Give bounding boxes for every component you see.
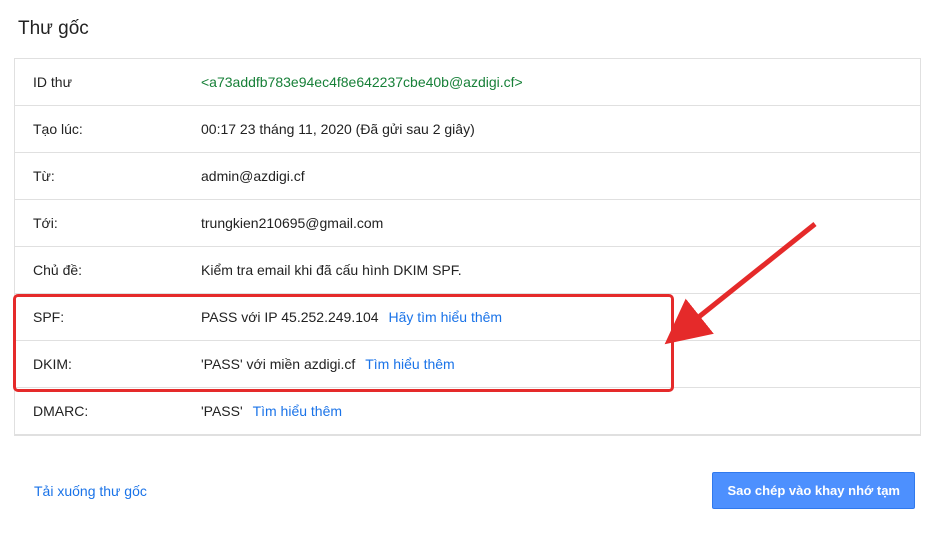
label-created-at: Tạo lúc: bbox=[33, 121, 201, 137]
value-message-id: <a73addfb783e94ec4f8e642237cbe40b@azdigi… bbox=[201, 74, 902, 90]
value-dmarc: 'PASS' Tìm hiểu thêm bbox=[201, 403, 902, 419]
label-message-id: ID thư bbox=[33, 74, 201, 90]
spf-learn-more-link[interactable]: Hãy tìm hiểu thêm bbox=[388, 309, 502, 325]
row-dmarc: DMARC: 'PASS' Tìm hiểu thêm bbox=[15, 388, 920, 435]
copy-to-clipboard-button[interactable]: Sao chép vào khay nhớ tạm bbox=[712, 472, 915, 509]
page-title: Thư gốc bbox=[18, 18, 921, 40]
value-dkim: 'PASS' với miền azdigi.cf Tìm hiểu thêm bbox=[201, 356, 902, 372]
label-dmarc: DMARC: bbox=[33, 403, 201, 419]
label-subject: Chủ đề: bbox=[33, 262, 201, 278]
row-spf: SPF: PASS với IP 45.252.249.104 Hãy tìm … bbox=[15, 294, 920, 341]
dkim-text: 'PASS' với miền azdigi.cf bbox=[201, 356, 355, 372]
label-to: Tới: bbox=[33, 215, 201, 231]
row-subject: Chủ đề: Kiểm tra email khi đã cấu hình D… bbox=[15, 247, 920, 294]
dmarc-text: 'PASS' bbox=[201, 403, 243, 419]
dmarc-learn-more-link[interactable]: Tìm hiểu thêm bbox=[253, 403, 342, 419]
value-spf: PASS với IP 45.252.249.104 Hãy tìm hiểu … bbox=[201, 309, 902, 325]
value-to: trungkien210695@gmail.com bbox=[201, 215, 902, 231]
row-message-id: ID thư <a73addfb783e94ec4f8e642237cbe40b… bbox=[15, 59, 920, 106]
value-created-at: 00:17 23 tháng 11, 2020 (Đã gửi sau 2 gi… bbox=[201, 121, 902, 137]
row-dkim: DKIM: 'PASS' với miền azdigi.cf Tìm hiểu… bbox=[15, 341, 920, 388]
label-from: Từ: bbox=[33, 168, 201, 184]
footer: Tải xuống thư gốc Sao chép vào khay nhớ … bbox=[14, 472, 921, 509]
value-from: admin@azdigi.cf bbox=[201, 168, 902, 184]
row-from: Từ: admin@azdigi.cf bbox=[15, 153, 920, 200]
details-table: ID thư <a73addfb783e94ec4f8e642237cbe40b… bbox=[14, 58, 921, 436]
download-original-link[interactable]: Tải xuống thư gốc bbox=[34, 483, 147, 499]
spf-text: PASS với IP 45.252.249.104 bbox=[201, 309, 379, 325]
label-dkim: DKIM: bbox=[33, 356, 201, 372]
row-to: Tới: trungkien210695@gmail.com bbox=[15, 200, 920, 247]
row-created-at: Tạo lúc: 00:17 23 tháng 11, 2020 (Đã gửi… bbox=[15, 106, 920, 153]
value-subject: Kiểm tra email khi đã cấu hình DKIM SPF. bbox=[201, 262, 902, 278]
label-spf: SPF: bbox=[33, 309, 201, 325]
dkim-learn-more-link[interactable]: Tìm hiểu thêm bbox=[365, 356, 454, 372]
